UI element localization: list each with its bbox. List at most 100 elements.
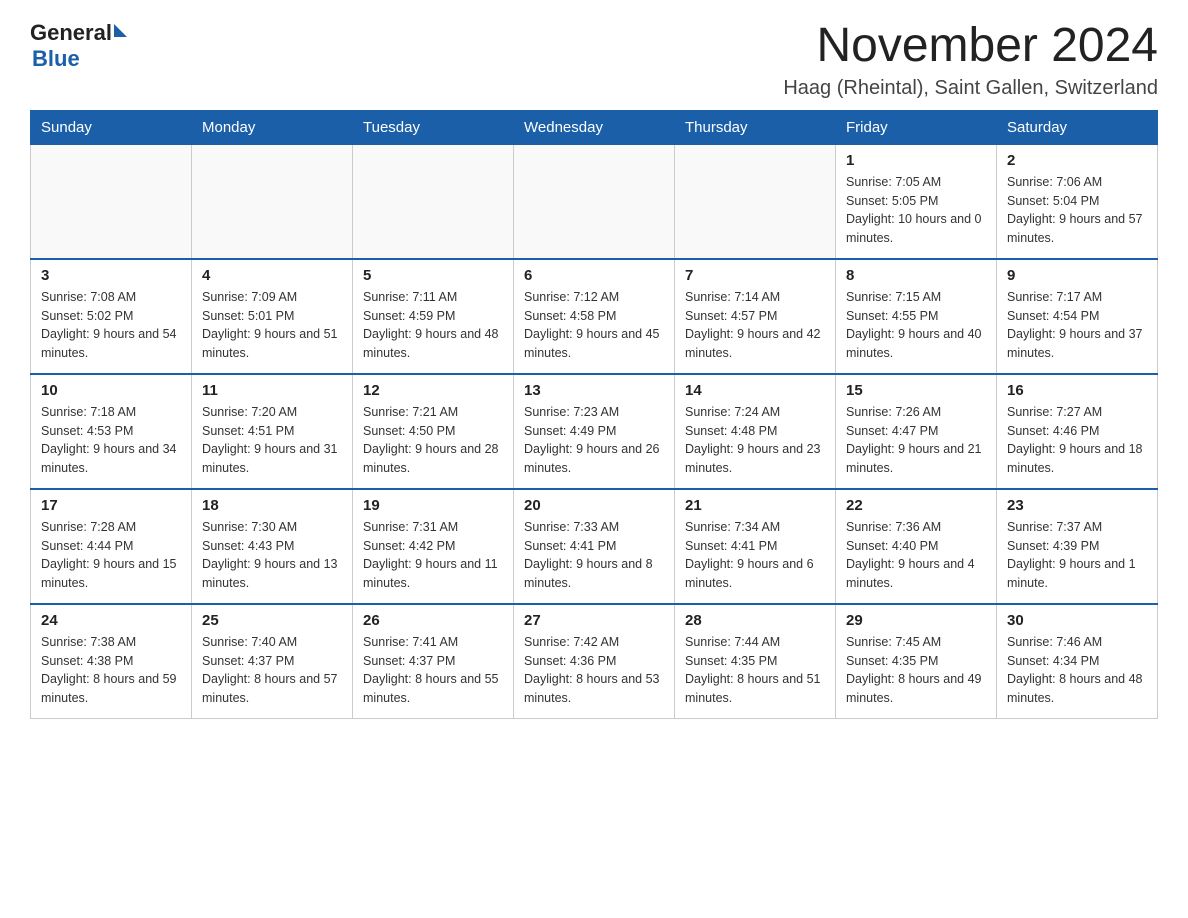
day-number: 21 bbox=[685, 497, 825, 514]
weekday-header-row: SundayMondayTuesdayWednesdayThursdayFrid… bbox=[31, 110, 1158, 144]
calendar-day-cell: 26 Sunrise: 7:41 AM Sunset: 4:37 PM Dayli… bbox=[353, 604, 514, 719]
calendar-day-cell bbox=[675, 144, 836, 259]
day-info: Sunrise: 7:31 AM Sunset: 4:42 PM Dayligh… bbox=[363, 518, 503, 593]
day-info: Sunrise: 7:18 AM Sunset: 4:53 PM Dayligh… bbox=[41, 403, 181, 478]
page-header: General Blue November 2024 Haag (Rheinta… bbox=[30, 20, 1158, 100]
calendar-day-cell: 13 Sunrise: 7:23 AM Sunset: 4:49 PM Dayli… bbox=[514, 374, 675, 489]
day-number: 4 bbox=[202, 267, 342, 284]
month-title: November 2024 bbox=[783, 20, 1158, 73]
day-number: 1 bbox=[846, 152, 986, 169]
calendar-day-cell: 22 Sunrise: 7:36 AM Sunset: 4:40 PM Dayli… bbox=[836, 489, 997, 604]
calendar-day-cell: 21 Sunrise: 7:34 AM Sunset: 4:41 PM Dayli… bbox=[675, 489, 836, 604]
calendar-day-cell: 25 Sunrise: 7:40 AM Sunset: 4:37 PM Dayli… bbox=[192, 604, 353, 719]
calendar-day-cell: 19 Sunrise: 7:31 AM Sunset: 4:42 PM Dayli… bbox=[353, 489, 514, 604]
calendar-day-cell bbox=[192, 144, 353, 259]
calendar-day-cell: 4 Sunrise: 7:09 AM Sunset: 5:01 PM Daylig… bbox=[192, 259, 353, 374]
calendar-day-cell: 20Sunrise: 7:33 AM Sunset: 4:41 PM Dayli… bbox=[514, 489, 675, 604]
day-info: Sunrise: 7:28 AM Sunset: 4:44 PM Dayligh… bbox=[41, 518, 181, 593]
day-number: 13 bbox=[524, 382, 664, 399]
day-number: 15 bbox=[846, 382, 986, 399]
calendar-day-cell: 8 Sunrise: 7:15 AM Sunset: 4:55 PM Daylig… bbox=[836, 259, 997, 374]
day-number: 7 bbox=[685, 267, 825, 284]
day-number: 26 bbox=[363, 612, 503, 629]
day-info: Sunrise: 7:37 AM Sunset: 4:39 PM Dayligh… bbox=[1007, 518, 1147, 593]
calendar-day-cell: 15 Sunrise: 7:26 AM Sunset: 4:47 PM Dayli… bbox=[836, 374, 997, 489]
calendar-day-cell bbox=[514, 144, 675, 259]
day-number: 6 bbox=[524, 267, 664, 284]
day-info: Sunrise: 7:41 AM Sunset: 4:37 PM Dayligh… bbox=[363, 633, 503, 708]
calendar-day-cell: 9Sunrise: 7:17 AM Sunset: 4:54 PM Daylig… bbox=[997, 259, 1158, 374]
day-number: 18 bbox=[202, 497, 342, 514]
day-info: Sunrise: 7:24 AM Sunset: 4:48 PM Dayligh… bbox=[685, 403, 825, 478]
calendar-day-cell: 10 Sunrise: 7:18 AM Sunset: 4:53 PM Dayli… bbox=[31, 374, 192, 489]
calendar-day-cell: 11 Sunrise: 7:20 AM Sunset: 4:51 PM Dayli… bbox=[192, 374, 353, 489]
day-number: 11 bbox=[202, 382, 342, 399]
day-number: 30 bbox=[1007, 612, 1147, 629]
calendar-day-cell: 28 Sunrise: 7:44 AM Sunset: 4:35 PM Dayli… bbox=[675, 604, 836, 719]
day-info: Sunrise: 7:06 AM Sunset: 5:04 PM Dayligh… bbox=[1007, 173, 1147, 248]
day-info: Sunrise: 7:17 AM Sunset: 4:54 PM Dayligh… bbox=[1007, 288, 1147, 363]
calendar-day-cell: 23 Sunrise: 7:37 AM Sunset: 4:39 PM Dayli… bbox=[997, 489, 1158, 604]
day-info: Sunrise: 7:38 AM Sunset: 4:38 PM Dayligh… bbox=[41, 633, 181, 708]
day-info: Sunrise: 7:40 AM Sunset: 4:37 PM Dayligh… bbox=[202, 633, 342, 708]
location-subtitle: Haag (Rheintal), Saint Gallen, Switzerla… bbox=[783, 77, 1158, 100]
calendar-day-cell: 1 Sunrise: 7:05 AM Sunset: 5:05 PM Daylig… bbox=[836, 144, 997, 259]
calendar-day-cell: 12Sunrise: 7:21 AM Sunset: 4:50 PM Dayli… bbox=[353, 374, 514, 489]
calendar-day-cell bbox=[31, 144, 192, 259]
calendar-day-cell: 3 Sunrise: 7:08 AM Sunset: 5:02 PM Daylig… bbox=[31, 259, 192, 374]
logo-blue-text: Blue bbox=[32, 46, 80, 71]
logo-general-text: General bbox=[30, 20, 112, 46]
calendar-week-row: 17 Sunrise: 7:28 AM Sunset: 4:44 PM Dayli… bbox=[31, 489, 1158, 604]
day-number: 24 bbox=[41, 612, 181, 629]
title-block: November 2024 Haag (Rheintal), Saint Gal… bbox=[783, 20, 1158, 100]
day-number: 19 bbox=[363, 497, 503, 514]
logo: General Blue bbox=[30, 20, 127, 73]
day-number: 25 bbox=[202, 612, 342, 629]
weekday-header-sunday: Sunday bbox=[31, 110, 192, 144]
day-info: Sunrise: 7:46 AM Sunset: 4:34 PM Dayligh… bbox=[1007, 633, 1147, 708]
weekday-header-thursday: Thursday bbox=[675, 110, 836, 144]
day-info: Sunrise: 7:44 AM Sunset: 4:35 PM Dayligh… bbox=[685, 633, 825, 708]
day-info: Sunrise: 7:11 AM Sunset: 4:59 PM Dayligh… bbox=[363, 288, 503, 363]
calendar-day-cell bbox=[353, 144, 514, 259]
day-number: 3 bbox=[41, 267, 181, 284]
day-number: 29 bbox=[846, 612, 986, 629]
day-number: 8 bbox=[846, 267, 986, 284]
day-number: 12 bbox=[363, 382, 503, 399]
calendar-week-row: 24 Sunrise: 7:38 AM Sunset: 4:38 PM Dayli… bbox=[31, 604, 1158, 719]
day-info: Sunrise: 7:45 AM Sunset: 4:35 PM Dayligh… bbox=[846, 633, 986, 708]
calendar-day-cell: 2Sunrise: 7:06 AM Sunset: 5:04 PM Daylig… bbox=[997, 144, 1158, 259]
weekday-header-saturday: Saturday bbox=[997, 110, 1158, 144]
day-info: Sunrise: 7:36 AM Sunset: 4:40 PM Dayligh… bbox=[846, 518, 986, 593]
calendar-day-cell: 7 Sunrise: 7:14 AM Sunset: 4:57 PM Daylig… bbox=[675, 259, 836, 374]
day-info: Sunrise: 7:23 AM Sunset: 4:49 PM Dayligh… bbox=[524, 403, 664, 478]
day-info: Sunrise: 7:20 AM Sunset: 4:51 PM Dayligh… bbox=[202, 403, 342, 478]
day-number: 10 bbox=[41, 382, 181, 399]
day-number: 23 bbox=[1007, 497, 1147, 514]
calendar-week-row: 10 Sunrise: 7:18 AM Sunset: 4:53 PM Dayli… bbox=[31, 374, 1158, 489]
day-number: 14 bbox=[685, 382, 825, 399]
day-info: Sunrise: 7:30 AM Sunset: 4:43 PM Dayligh… bbox=[202, 518, 342, 593]
day-info: Sunrise: 7:26 AM Sunset: 4:47 PM Dayligh… bbox=[846, 403, 986, 478]
weekday-header-wednesday: Wednesday bbox=[514, 110, 675, 144]
calendar-day-cell: 30 Sunrise: 7:46 AM Sunset: 4:34 PM Dayli… bbox=[997, 604, 1158, 719]
day-number: 22 bbox=[846, 497, 986, 514]
day-number: 20 bbox=[524, 497, 664, 514]
calendar-day-cell: 29 Sunrise: 7:45 AM Sunset: 4:35 PM Dayli… bbox=[836, 604, 997, 719]
calendar-day-cell: 6Sunrise: 7:12 AM Sunset: 4:58 PM Daylig… bbox=[514, 259, 675, 374]
calendar-week-row: 1 Sunrise: 7:05 AM Sunset: 5:05 PM Daylig… bbox=[31, 144, 1158, 259]
day-info: Sunrise: 7:15 AM Sunset: 4:55 PM Dayligh… bbox=[846, 288, 986, 363]
weekday-header-monday: Monday bbox=[192, 110, 353, 144]
day-info: Sunrise: 7:05 AM Sunset: 5:05 PM Dayligh… bbox=[846, 173, 986, 248]
day-number: 28 bbox=[685, 612, 825, 629]
calendar-day-cell: 17 Sunrise: 7:28 AM Sunset: 4:44 PM Dayli… bbox=[31, 489, 192, 604]
day-info: Sunrise: 7:08 AM Sunset: 5:02 PM Dayligh… bbox=[41, 288, 181, 363]
day-info: Sunrise: 7:09 AM Sunset: 5:01 PM Dayligh… bbox=[202, 288, 342, 363]
day-info: Sunrise: 7:14 AM Sunset: 4:57 PM Dayligh… bbox=[685, 288, 825, 363]
calendar-day-cell: 18 Sunrise: 7:30 AM Sunset: 4:43 PM Dayli… bbox=[192, 489, 353, 604]
calendar-day-cell: 27Sunrise: 7:42 AM Sunset: 4:36 PM Dayli… bbox=[514, 604, 675, 719]
calendar-day-cell: 5Sunrise: 7:11 AM Sunset: 4:59 PM Daylig… bbox=[353, 259, 514, 374]
day-number: 16 bbox=[1007, 382, 1147, 399]
day-info: Sunrise: 7:34 AM Sunset: 4:41 PM Dayligh… bbox=[685, 518, 825, 593]
day-number: 17 bbox=[41, 497, 181, 514]
